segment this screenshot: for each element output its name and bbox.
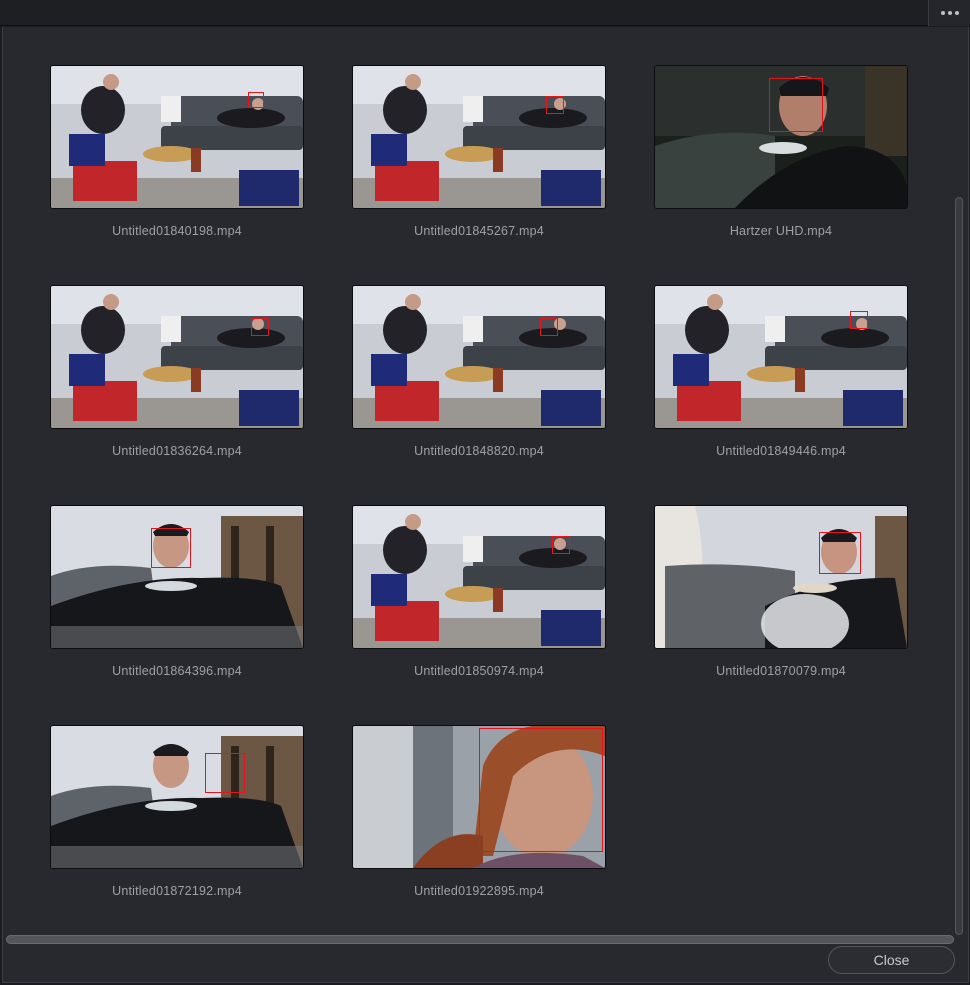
face-detection-box <box>819 532 861 574</box>
clip-item[interactable]: Untitled01850974.mp4 <box>352 505 606 725</box>
vertical-scrollbar[interactable] <box>954 27 966 935</box>
clip-thumbnail[interactable] <box>352 725 606 869</box>
clip-thumbnail[interactable] <box>352 285 606 429</box>
clip-thumbnail-image <box>655 286 907 428</box>
clip-name-label: Untitled01836264.mp4 <box>112 444 242 458</box>
clip-thumbnail-image <box>51 286 303 428</box>
close-button[interactable]: Close <box>828 946 955 974</box>
vertical-scroll-thumb[interactable] <box>955 197 963 935</box>
clip-name-label: Untitled01872192.mp4 <box>112 884 242 898</box>
clip-thumbnail-image <box>655 506 907 648</box>
horizontal-scrollbar[interactable] <box>6 935 954 944</box>
clip-thumbnail-image <box>353 66 605 208</box>
clip-thumbnail[interactable] <box>50 725 304 869</box>
top-bar <box>0 0 970 26</box>
clip-name-label: Untitled01848820.mp4 <box>414 444 544 458</box>
clip-name-label: Untitled01864396.mp4 <box>112 664 242 678</box>
clip-name-label: Untitled01870079.mp4 <box>716 664 846 678</box>
clip-grid: Untitled01840198.mp4 Untitled01845267.mp… <box>50 65 908 945</box>
more-options-button[interactable] <box>928 0 970 26</box>
face-detection-box <box>850 311 868 329</box>
clip-thumbnail[interactable] <box>654 505 908 649</box>
face-detection-box <box>769 78 823 132</box>
clip-thumbnail-image <box>353 506 605 648</box>
clip-item[interactable]: Untitled01872192.mp4 <box>50 725 304 945</box>
clip-thumbnail[interactable] <box>50 65 304 209</box>
face-detection-box <box>552 536 570 554</box>
clip-thumbnail-image <box>51 726 303 868</box>
face-detection-box <box>546 96 564 114</box>
clip-item[interactable]: Untitled01836264.mp4 <box>50 285 304 505</box>
clip-thumbnail[interactable] <box>654 65 908 209</box>
clip-item[interactable]: Untitled01864396.mp4 <box>50 505 304 725</box>
clip-item[interactable]: Untitled01848820.mp4 <box>352 285 606 505</box>
clip-name-label: Untitled01840198.mp4 <box>112 224 242 238</box>
clip-thumbnail-image <box>51 66 303 208</box>
clip-name-label: Untitled01922895.mp4 <box>414 884 544 898</box>
clip-thumbnail[interactable] <box>352 65 606 209</box>
clip-item[interactable]: Untitled01845267.mp4 <box>352 65 606 285</box>
more-horizontal-icon <box>940 11 959 15</box>
face-detection-box <box>540 318 558 336</box>
face-detection-box <box>479 728 603 852</box>
clip-thumbnail[interactable] <box>654 285 908 429</box>
face-detection-dialog: Untitled01840198.mp4 Untitled01845267.mp… <box>2 27 969 983</box>
face-detection-box <box>205 753 245 793</box>
clip-thumbnail[interactable] <box>352 505 606 649</box>
clip-name-label: Untitled01850974.mp4 <box>414 664 544 678</box>
clip-thumbnail[interactable] <box>50 505 304 649</box>
clip-thumbnail[interactable] <box>50 285 304 429</box>
clip-thumbnail-image <box>353 286 605 428</box>
clip-item[interactable]: Untitled01870079.mp4 <box>654 505 908 725</box>
clip-name-label: Untitled01849446.mp4 <box>716 444 846 458</box>
clip-name-label: Untitled01845267.mp4 <box>414 224 544 238</box>
clip-item[interactable]: Untitled01840198.mp4 <box>50 65 304 285</box>
clip-item[interactable]: Untitled01922895.mp4 <box>352 725 606 945</box>
clip-name-label: Hartzer UHD.mp4 <box>729 224 833 238</box>
clip-item[interactable]: Hartzer UHD.mp4 <box>654 65 908 285</box>
face-detection-box <box>151 528 191 568</box>
face-detection-box <box>248 92 264 108</box>
clip-item[interactable]: Untitled01849446.mp4 <box>654 285 908 505</box>
face-detection-box <box>251 318 269 336</box>
